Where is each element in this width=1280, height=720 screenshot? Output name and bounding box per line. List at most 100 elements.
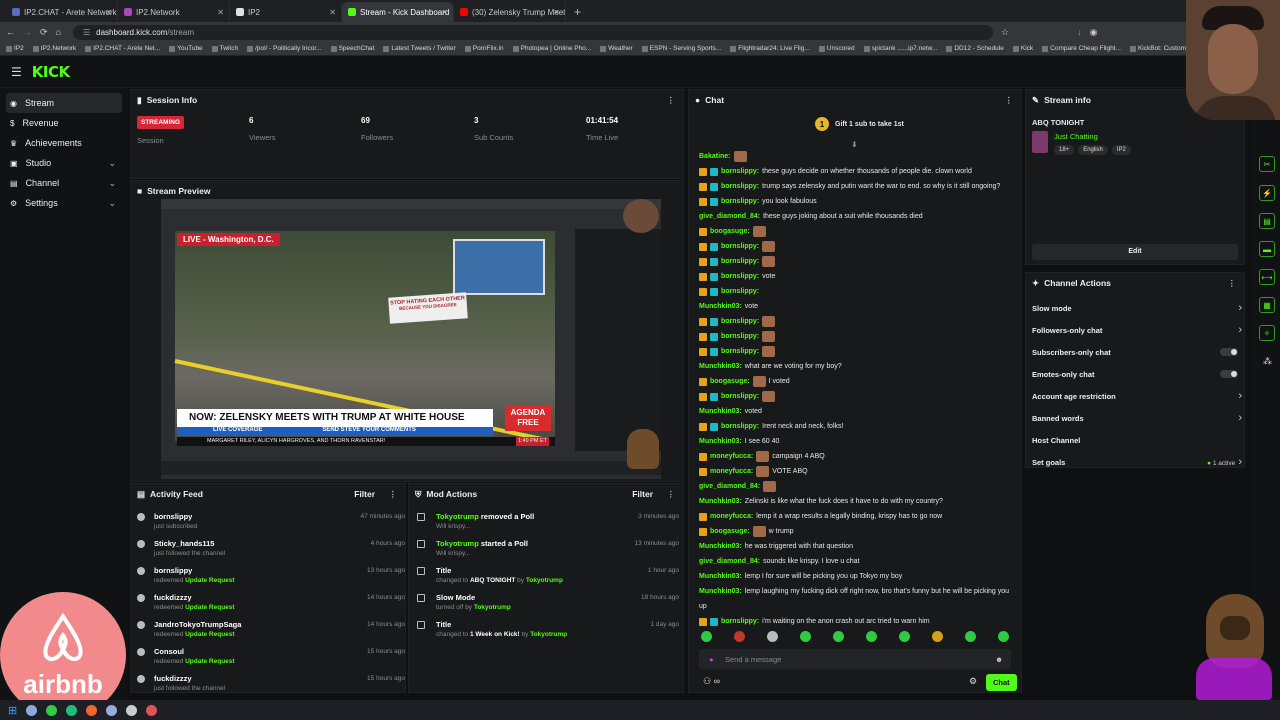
tool-lightning-icon[interactable]: ⚡: [1259, 185, 1275, 201]
activity-user[interactable]: Sticky_hands115: [154, 539, 405, 548]
home-icon[interactable]: ⌂: [56, 27, 61, 37]
mod-filter-button[interactable]: Filter: [632, 489, 653, 499]
stream-video[interactable]: LIVE - Washington, D.C. STOP HATING EACH…: [161, 199, 661, 479]
tool-chat-icon[interactable]: ▬: [1259, 241, 1275, 257]
chat-message-input[interactable]: ● Send a message ☻: [699, 649, 1011, 669]
stream-tag[interactable]: IP2: [1111, 145, 1131, 155]
tab-close-icon[interactable]: ✕: [553, 8, 560, 17]
channel-action-followers-only-chat[interactable]: Followers-only chat ›: [1032, 324, 1242, 336]
taskbar-app-icon[interactable]: [46, 704, 58, 716]
chat-message[interactable]: moneyfucca: lemp it a wrap results a lega…: [699, 510, 1014, 523]
quick-emote-icon[interactable]: [767, 631, 778, 642]
reload-icon[interactable]: ⟳: [40, 27, 48, 38]
channel-action-account-age-restriction[interactable]: Account age restriction ›: [1032, 390, 1242, 402]
chat-message[interactable]: moneyfucca: VOTE ABQ: [699, 465, 1014, 478]
chat-username[interactable]: bornslippy:: [721, 333, 759, 340]
sidebar-item-revenue[interactable]: $ Revenue: [0, 113, 128, 133]
quick-emote-icon[interactable]: [866, 631, 877, 642]
more-options-icon[interactable]: ⋮: [1228, 278, 1237, 289]
chat-username[interactable]: give_diamond_84:: [699, 483, 760, 490]
bookmark-item[interactable]: ESPN - Serving Sports...: [641, 45, 721, 52]
bookmark-item[interactable]: YouTube: [169, 45, 203, 52]
chat-username[interactable]: Munchkin03:: [699, 303, 742, 310]
chat-message[interactable]: Munchkin03: lemp I for sure will be picki…: [699, 570, 1014, 583]
sidebar-item-channel[interactable]: ▤ Channel ⌄: [0, 173, 128, 193]
browser-tab[interactable]: (30) Zelensky Trump Meeting -✕: [454, 2, 566, 22]
chat-message[interactable]: give_diamond_84: sounds like krispy. I lo…: [699, 555, 1014, 568]
bookmark-item[interactable]: IP2: [6, 45, 24, 52]
chat-username[interactable]: Bakatine:: [699, 153, 731, 160]
chat-message[interactable]: Munchkin03: voted: [699, 405, 1014, 418]
sidebar-item-studio[interactable]: ▣ Studio ⌄: [0, 153, 128, 173]
tab-close-icon[interactable]: ✕: [329, 8, 336, 17]
chat-username[interactable]: Munchkin03:: [699, 573, 742, 580]
video-controls[interactable]: [161, 461, 661, 475]
chat-message[interactable]: give_diamond_84: these guys joking about …: [699, 210, 1014, 223]
chat-username[interactable]: bornslippy:: [721, 288, 759, 295]
bookmark-item[interactable]: spictank ......ip7.netw...: [863, 45, 937, 52]
chat-username[interactable]: give_diamond_84:: [699, 213, 760, 220]
chat-message[interactable]: bornslippy:: [699, 315, 1014, 328]
more-options-icon[interactable]: ⋮: [667, 489, 676, 500]
tool-document-icon[interactable]: ▤: [1259, 213, 1275, 229]
taskbar-app-icon[interactable]: [146, 704, 158, 716]
mod-by-user[interactable]: Tokyotrump: [474, 604, 511, 611]
stream-tag[interactable]: 18+: [1054, 145, 1075, 155]
chat-username[interactable]: bornslippy:: [721, 318, 759, 325]
chat-username[interactable]: bornslippy:: [721, 168, 759, 175]
chat-message[interactable]: Bakatine:: [699, 150, 1014, 163]
chat-username[interactable]: Munchkin03:: [699, 543, 742, 550]
bookmark-item[interactable]: Weather: [600, 45, 633, 52]
channel-action-banned-words[interactable]: Banned words ›: [1032, 412, 1242, 424]
bookmark-star-icon[interactable]: ☆: [1001, 27, 1009, 38]
chat-username[interactable]: Munchkin03:: [699, 363, 742, 370]
chat-username[interactable]: bornslippy:: [721, 198, 759, 205]
chat-username[interactable]: bornslippy:: [721, 243, 759, 250]
chat-tools-icon[interactable]: ⚇ ∞: [703, 676, 720, 687]
tab-close-icon[interactable]: ✕: [441, 8, 448, 17]
download-icon[interactable]: ↓: [1077, 27, 1082, 37]
kick-logo[interactable]: KICK: [32, 63, 70, 81]
chat-username[interactable]: moneyfucca:: [710, 468, 753, 475]
site-info-icon[interactable]: ☰: [83, 28, 90, 37]
hamburger-menu-icon[interactable]: ☰: [11, 65, 22, 79]
chat-username[interactable]: bornslippy:: [721, 423, 759, 430]
chat-message[interactable]: bornslippy: vote: [699, 270, 1014, 283]
chat-message[interactable]: bornslippy: Irent neck and neck, folks!: [699, 420, 1014, 433]
chat-username[interactable]: bornslippy:: [721, 393, 759, 400]
bookmark-item[interactable]: DD12 - Schedule: [946, 45, 1004, 52]
tool-wrench-icon[interactable]: ✧: [1259, 325, 1275, 341]
chat-username[interactable]: boogasuge:: [710, 228, 750, 235]
bookmark-item[interactable]: Kick: [1012, 45, 1033, 52]
back-icon[interactable]: ←: [6, 27, 15, 37]
stream-tag[interactable]: English: [1078, 145, 1108, 155]
chat-username[interactable]: give_diamond_84:: [699, 558, 760, 565]
chat-message[interactable]: bornslippy:: [699, 240, 1014, 253]
browser-tab[interactable]: Stream - Kick Dashboard ✕: [342, 2, 454, 22]
tab-close-icon[interactable]: ✕: [217, 8, 224, 17]
chat-message[interactable]: bornslippy:: [699, 330, 1014, 343]
taskbar-app-icon[interactable]: [66, 704, 78, 716]
bookmark-item[interactable]: IP2.CHAT - Arete Net...: [85, 45, 160, 52]
more-options-icon[interactable]: ⋮: [667, 95, 676, 106]
chat-message[interactable]: bornslippy:: [699, 255, 1014, 268]
bookmark-item[interactable]: SpeechChat: [330, 45, 374, 52]
quick-emote-icon[interactable]: [701, 631, 712, 642]
chat-settings-icon[interactable]: ⚙: [969, 676, 977, 687]
channel-action-subscribers-only-chat[interactable]: Subscribers-only chat: [1032, 346, 1242, 358]
tab-close-icon[interactable]: ✕: [105, 8, 112, 17]
bookmark-item[interactable]: Photopea | Online Pho...: [512, 45, 591, 52]
bookmark-item[interactable]: Flightradar24: Live Flig...: [730, 45, 810, 52]
taskbar-app-icon[interactable]: [126, 704, 138, 716]
quick-emote-icon[interactable]: [998, 631, 1009, 642]
channel-action-host-channel[interactable]: Host Channel: [1032, 434, 1242, 446]
tool-code-icon[interactable]: ⟷: [1259, 269, 1275, 285]
chat-message[interactable]: Munchkin03: vote: [699, 300, 1014, 313]
bookmark-item[interactable]: IP2.Network: [32, 45, 76, 52]
taskbar-app-icon[interactable]: [86, 704, 98, 716]
category-name[interactable]: Just Chatting: [1054, 132, 1098, 141]
emoji-icon[interactable]: ☻: [995, 655, 1003, 664]
chat-username[interactable]: moneyfucca:: [710, 513, 753, 520]
mod-by-user[interactable]: Tokyotrump: [530, 631, 567, 638]
mod-user[interactable]: Tokyotrump: [436, 539, 479, 548]
